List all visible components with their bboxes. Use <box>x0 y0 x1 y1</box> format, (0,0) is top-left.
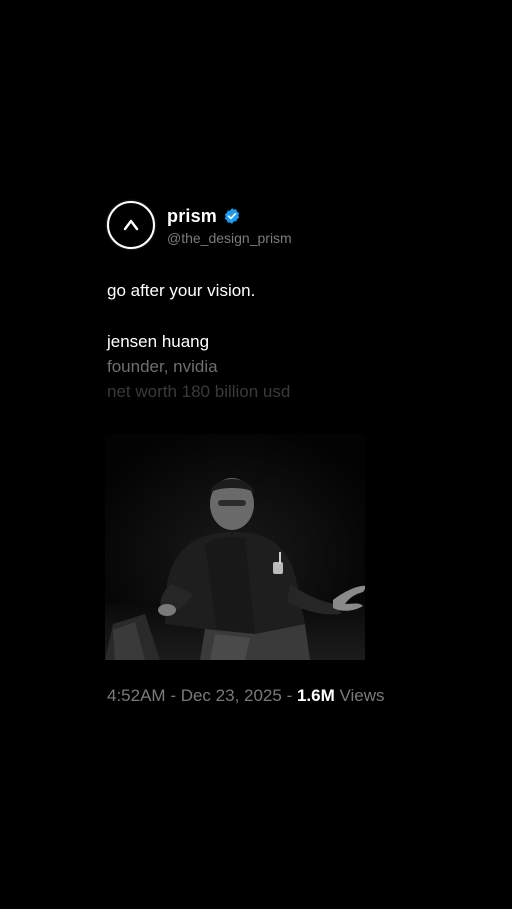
post-text: go after your vision. jensen huang found… <box>107 278 427 404</box>
handle[interactable]: @the_design_prism <box>167 230 292 246</box>
post-line-quote: go after your vision. <box>107 281 256 300</box>
meta-separator: - <box>165 686 181 705</box>
post-card: prism @the_design_prism go after your vi… <box>107 200 427 404</box>
post-line-name: jensen huang <box>107 332 210 351</box>
name-row: prism <box>167 204 292 228</box>
post-time: 4:52AM <box>107 686 166 705</box>
identity: prism @the_design_prism <box>167 204 292 247</box>
post-header: prism @the_design_prism <box>107 200 427 250</box>
meta-separator: - <box>281 686 297 705</box>
caret-up-icon <box>123 219 139 231</box>
views-label[interactable]: Views <box>339 686 384 705</box>
post-line-title: founder, nvidia <box>107 357 218 376</box>
display-name[interactable]: prism <box>167 206 217 227</box>
post-image[interactable] <box>105 434 365 660</box>
speaker-photo <box>105 434 365 660</box>
post-date: Dec 23, 2025 <box>180 686 282 705</box>
verified-badge-icon <box>223 207 241 225</box>
post-meta: 4:52AM - Dec 23, 2025 - 1.6M Views <box>107 686 385 706</box>
views-count: 1.6M <box>296 686 335 705</box>
avatar[interactable] <box>107 201 155 249</box>
post-line-networth: net worth 180 billion usd <box>107 382 291 401</box>
